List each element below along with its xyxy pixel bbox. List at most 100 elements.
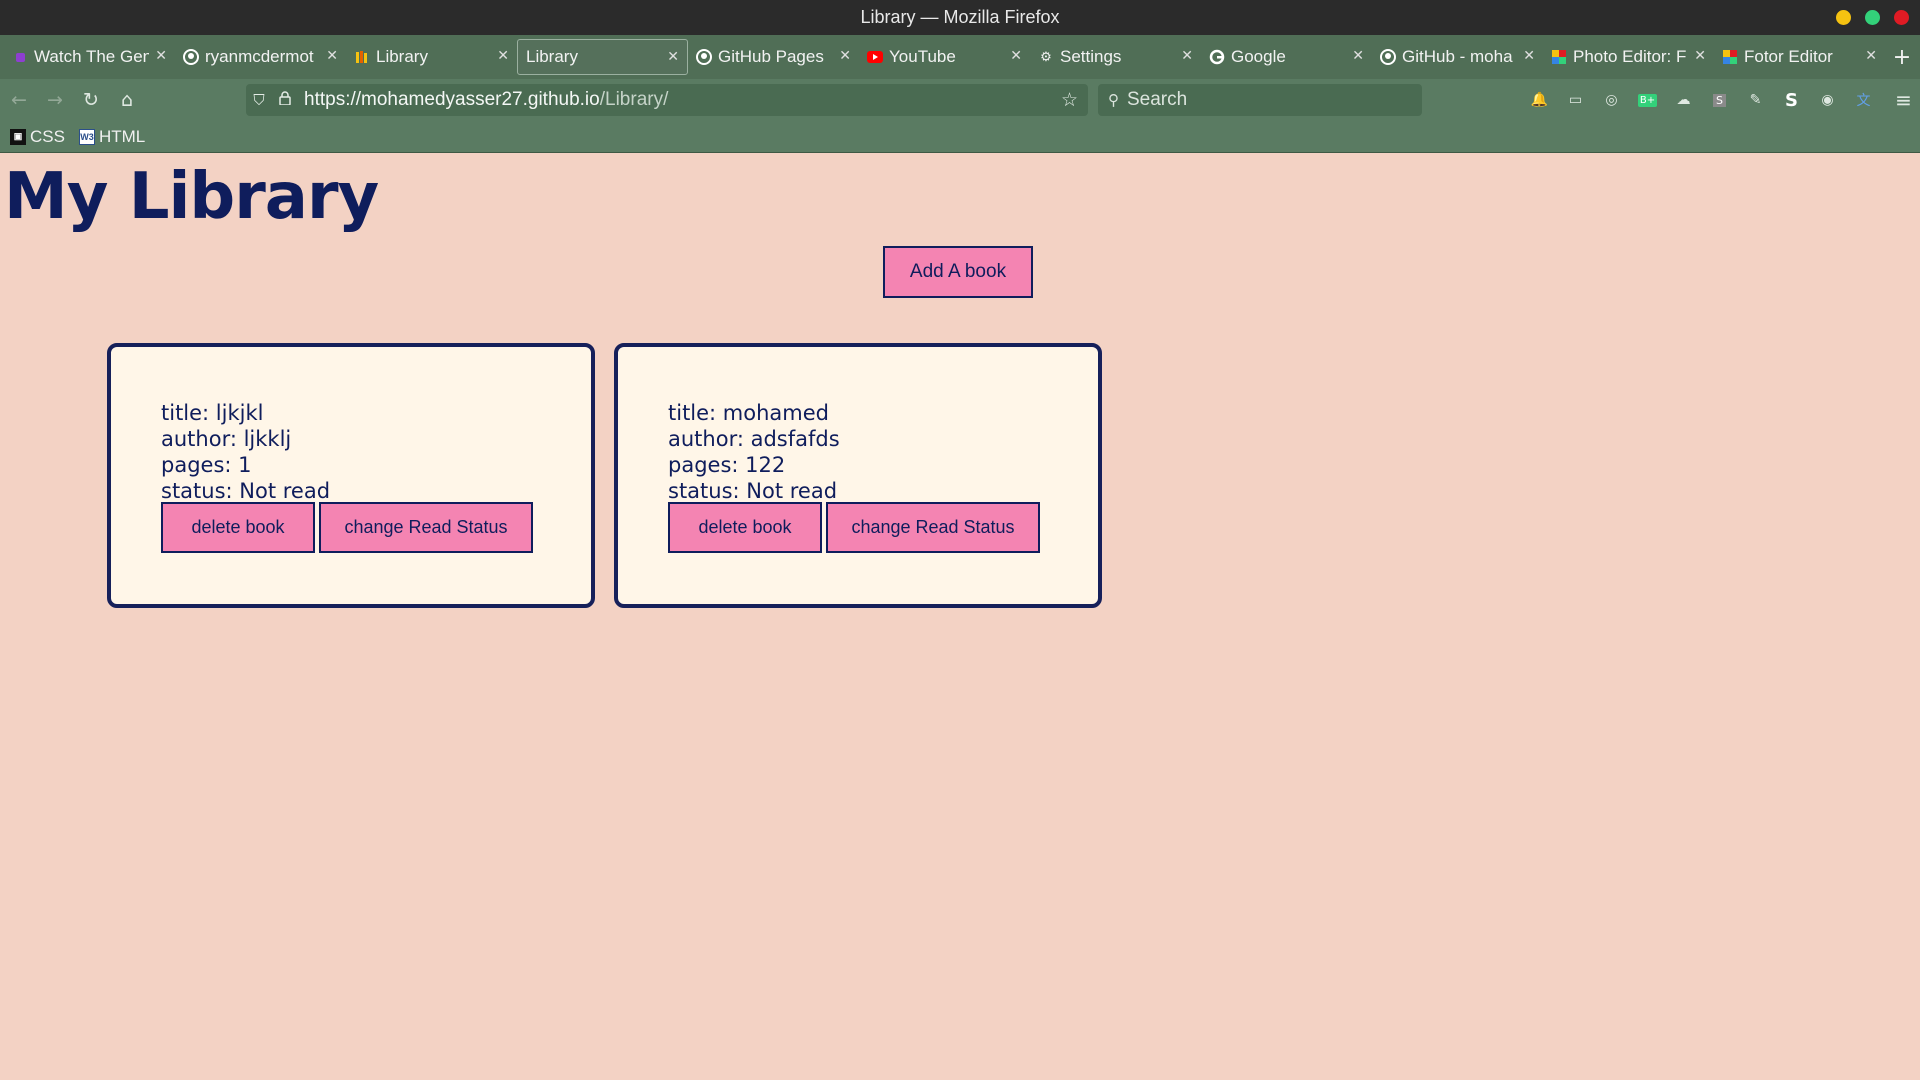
book-actions: delete book change Read Status <box>668 502 1044 553</box>
tab-label: Watch The Gen <box>34 47 149 66</box>
book-info: title: mohamed author: adsfafds pages: 1… <box>668 400 840 504</box>
extension-icons: 🔔 ▭ ◎ B+ ☁ S ✎ S ◉ 文 ≡ <box>1526 87 1920 113</box>
close-tab-icon[interactable]: ✕ <box>839 47 851 64</box>
close-tab-icon[interactable]: ✕ <box>326 47 338 64</box>
close-tab-icon[interactable]: ✕ <box>1523 47 1535 64</box>
tab-library-active[interactable]: Library ✕ <box>517 39 688 75</box>
tab-label: Library <box>526 47 578 66</box>
tab-ryanmcdermot[interactable]: ryanmcdermot ✕ <box>175 39 346 75</box>
search-icon: ⚲ <box>1108 92 1119 109</box>
fotor-icon <box>1551 49 1567 65</box>
shield-icon[interactable]: ⛉ <box>246 92 272 109</box>
fotor-icon <box>1722 49 1738 65</box>
page-content: My Library Add A book title: ljkjkl auth… <box>0 153 1920 1080</box>
tab-label: Photo Editor: F <box>1573 47 1687 66</box>
tab-label: Fotor Editor <box>1744 47 1833 66</box>
tab-github-moha[interactable]: GitHub - moha ✕ <box>1372 39 1543 75</box>
window-titlebar: Library — Mozilla Firefox <box>0 0 1920 35</box>
eyedropper-extension-icon[interactable]: ✎ <box>1742 87 1769 113</box>
tab-label: GitHub Pages <box>718 47 824 66</box>
tab-label: ryanmcdermot <box>205 47 314 66</box>
bookmark-css[interactable]: ▣ CSS <box>10 127 65 147</box>
maximize-button[interactable] <box>1865 10 1880 25</box>
book-author: author: ljkklj <box>161 427 292 451</box>
home-icon[interactable]: ⌂ <box>110 83 144 117</box>
url-text: https://mohamedyasser27.github.io/Librar… <box>304 89 668 111</box>
bookmarks-toolbar: ▣ CSS W3 HTML <box>0 121 1920 153</box>
tab-settings[interactable]: ⚙ Settings ✕ <box>1030 39 1201 75</box>
stylus-extension-icon[interactable]: S <box>1778 87 1805 113</box>
screenshot-extension-icon[interactable]: ▭ <box>1562 87 1589 113</box>
book-status: status: Not read <box>161 479 331 503</box>
owl-extension-icon[interactable]: ◉ <box>1814 87 1841 113</box>
tab-label: YouTube <box>889 47 956 66</box>
tab-photo-editor[interactable]: Photo Editor: F ✕ <box>1543 39 1714 75</box>
tab-google[interactable]: Google ✕ <box>1201 39 1372 75</box>
tab-label: Library <box>376 47 428 66</box>
bookmark-label: HTML <box>98 126 146 146</box>
window-title: Library — Mozilla Firefox <box>860 7 1060 27</box>
change-read-status-button[interactable]: change Read Status <box>319 502 533 553</box>
search-input[interactable]: ⚲ Search <box>1098 84 1422 116</box>
lightbulb-extension-icon[interactable]: ◎ <box>1598 87 1625 113</box>
close-tab-icon[interactable]: ✕ <box>1352 47 1364 64</box>
tab-library[interactable]: Library ✕ <box>346 39 517 75</box>
github-icon <box>696 49 712 65</box>
close-tab-icon[interactable]: ✕ <box>1865 47 1877 64</box>
library-icon <box>354 49 370 65</box>
book-title: title: ljkjkl <box>161 401 264 425</box>
tab-fotor-editor[interactable]: Fotor Editor ✕ <box>1714 39 1885 75</box>
tab-watch-the-gen[interactable]: Watch The Gen ✕ <box>4 39 175 75</box>
book-actions: delete book change Read Status <box>161 502 537 553</box>
cloud-extension-icon[interactable]: ☁ <box>1670 87 1697 113</box>
reload-icon[interactable]: ↻ <box>74 83 108 117</box>
close-tab-icon[interactable]: ✕ <box>1181 47 1193 64</box>
back-arrow-icon[interactable]: ← <box>2 83 36 117</box>
add-book-button[interactable]: Add A book <box>883 246 1033 298</box>
tab-label: GitHub - moha <box>1402 47 1513 66</box>
close-tab-icon[interactable]: ✕ <box>1694 47 1706 64</box>
book-author: author: adsfafds <box>668 427 840 451</box>
delete-book-button[interactable]: delete book <box>668 502 822 553</box>
close-window-button[interactable] <box>1894 10 1909 25</box>
close-tab-icon[interactable]: ✕ <box>155 47 167 64</box>
notification-extension-icon[interactable]: 🔔 <box>1526 87 1553 113</box>
tab-github-pages[interactable]: GitHub Pages ✕ <box>688 39 859 75</box>
page-title: My Library <box>4 160 379 234</box>
google-icon <box>1209 49 1225 65</box>
book-pages: pages: 122 <box>668 453 786 477</box>
book-status: status: Not read <box>668 479 838 503</box>
forward-arrow-icon[interactable]: → <box>38 83 72 117</box>
gear-icon: ⚙ <box>1040 49 1052 64</box>
delete-book-button[interactable]: delete book <box>161 502 315 553</box>
css-bookmark-icon: ▣ <box>10 128 26 145</box>
close-tab-icon[interactable]: ✕ <box>497 47 509 64</box>
green-extension-icon[interactable]: B+ <box>1634 87 1661 113</box>
book-card: title: mohamed author: adsfafds pages: 1… <box>614 343 1102 608</box>
close-tab-icon[interactable]: ✕ <box>667 48 679 65</box>
translate-extension-icon[interactable]: 文 <box>1850 87 1877 113</box>
navigation-toolbar: ← → ↻ ⌂ ⛉ https://mohamedyasser27.github… <box>0 79 1920 121</box>
url-host: https://mohamedyasser27.github.io <box>304 89 600 110</box>
change-read-status-button[interactable]: change Read Status <box>826 502 1040 553</box>
book-title: title: mohamed <box>668 401 829 425</box>
bookmark-label: CSS <box>30 126 65 146</box>
bookmark-star-icon[interactable]: ☆ <box>1061 89 1078 112</box>
tab-youtube[interactable]: YouTube ✕ <box>859 39 1030 75</box>
tab-label: Google <box>1231 47 1286 66</box>
github-icon <box>183 49 199 65</box>
url-path: /Library/ <box>599 89 669 110</box>
book-pages: pages: 1 <box>161 453 252 477</box>
minimize-button[interactable] <box>1836 10 1851 25</box>
tab-label: Settings <box>1060 47 1122 66</box>
bookmark-html[interactable]: W3 HTML <box>78 126 146 147</box>
lock-icon[interactable] <box>272 91 298 109</box>
url-bar[interactable]: ⛉ https://mohamedyasser27.github.io/Libr… <box>246 84 1088 116</box>
menu-hamburger-icon[interactable]: ≡ <box>1890 87 1917 113</box>
new-tab-button[interactable]: + <box>1887 39 1917 75</box>
github-icon <box>1380 49 1396 65</box>
s-extension-icon[interactable]: S <box>1706 87 1733 113</box>
close-tab-icon[interactable]: ✕ <box>1010 47 1022 64</box>
purple-square-icon <box>12 49 28 65</box>
youtube-icon <box>867 49 883 65</box>
